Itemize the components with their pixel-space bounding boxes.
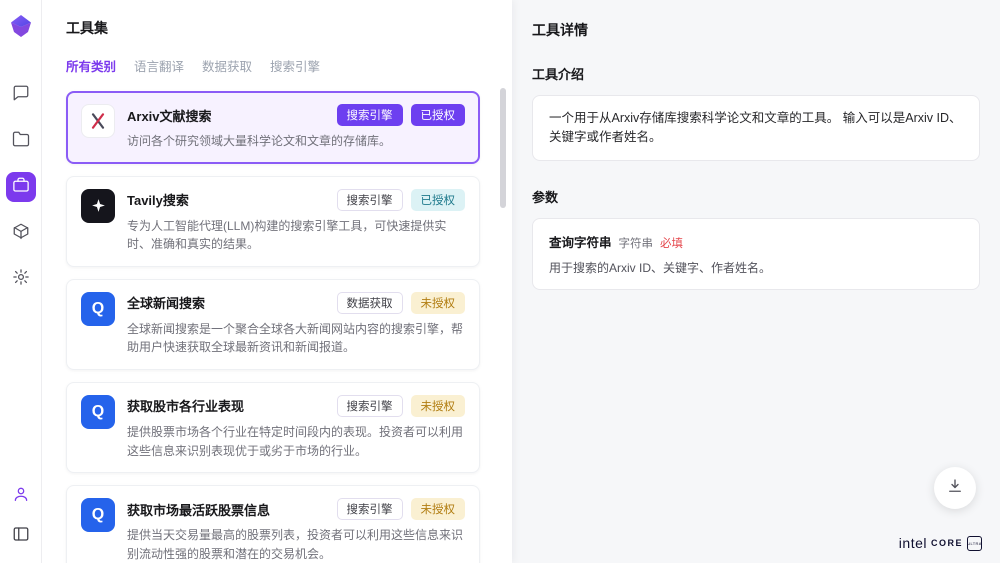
auth-badge: 未授权 <box>411 395 466 417</box>
tool-name: 获取市场最活跃股票信息 <box>127 500 270 519</box>
list-scrollbar <box>500 88 506 553</box>
intel-core-logo: intel CORE ULTRA <box>899 535 982 551</box>
download-button[interactable] <box>934 467 976 509</box>
auth-badge: 未授权 <box>411 498 466 520</box>
tool-description: 全球新闻搜索是一个聚合全球各大新闻网站内容的搜索引擎，帮助用户快速获取全球最新资… <box>127 320 465 357</box>
tool-detail-panel: 工具详情 工具介绍 一个用于从Arxiv存储库搜索科学论文和文章的工具。 输入可… <box>512 0 1000 563</box>
tool-card-tavily[interactable]: Tavily搜索 搜索引擎 已授权 专为人工智能代理(LLM)构建的搜索引擎工具… <box>66 176 480 267</box>
tool-name: Arxiv文献搜索 <box>127 106 212 125</box>
detail-title: 工具详情 <box>532 20 980 40</box>
intel-wordmark: intel <box>899 535 927 551</box>
stock-sector-icon: Q <box>81 395 115 429</box>
category-tabs: 所有类别 语言翻译 数据获取 搜索引擎 <box>66 56 480 75</box>
tool-name: 获取股市各行业表现 <box>127 396 244 415</box>
core-wordmark: CORE <box>931 538 963 548</box>
scrollbar-thumb[interactable] <box>500 88 506 208</box>
sidebar-item-settings[interactable] <box>6 264 36 294</box>
param-type: 字符串 <box>619 235 654 251</box>
sidebar-item-files[interactable] <box>6 126 36 156</box>
param-name: 查询字符串 <box>549 232 612 251</box>
app-logo <box>9 14 33 38</box>
news-search-icon: Q <box>81 292 115 326</box>
active-stock-icon: Q <box>81 498 115 532</box>
params-section-title: 参数 <box>532 187 980 206</box>
tool-description: 访问各个研究领域大量科学论文和文章的存储库。 <box>127 132 465 151</box>
category-badge: 搜索引擎 <box>337 395 403 417</box>
sidebar-item-collapse[interactable] <box>6 521 36 551</box>
cube-icon <box>12 222 30 245</box>
param-description: 用于搜索的Arxiv ID、关键字、作者姓名。 <box>549 259 963 276</box>
sidebar-item-account[interactable] <box>6 481 36 511</box>
user-icon <box>12 485 30 508</box>
arxiv-icon <box>81 104 115 138</box>
category-badge: 数据获取 <box>337 292 403 314</box>
tool-card-active-stocks[interactable]: Q 获取市场最活跃股票信息 搜索引擎 未授权 提供当天交易量最高的股票列表，投资… <box>66 485 480 563</box>
panel-icon <box>12 525 30 548</box>
tool-description: 专为人工智能代理(LLM)构建的搜索引擎工具，可快速提供实时、准确和真实的结果。 <box>127 217 465 254</box>
tab-data-fetch[interactable]: 数据获取 <box>202 56 252 75</box>
tool-list-panel: 工具集 所有类别 语言翻译 数据获取 搜索引擎 Arxiv文献搜索 搜索引擎 已… <box>42 0 512 563</box>
param-card: 查询字符串 字符串 必填 用于搜索的Arxiv ID、关键字、作者姓名。 <box>532 218 980 290</box>
category-badge: 搜索引擎 <box>337 104 403 126</box>
page-title: 工具集 <box>66 18 480 38</box>
auth-badge: 已授权 <box>411 104 466 126</box>
tool-card-stock-sectors[interactable]: Q 获取股市各行业表现 搜索引擎 未授权 提供股票市场各个行业在特定时间段内的表… <box>66 382 480 473</box>
tool-description: 提供当天交易量最高的股票列表，投资者可以利用这些信息来识别流动性强的股票和潜在的… <box>127 526 465 563</box>
chat-icon <box>12 84 30 107</box>
gear-icon <box>12 268 30 291</box>
sidebar-item-plugins[interactable] <box>6 218 36 248</box>
tab-translation[interactable]: 语言翻译 <box>134 56 184 75</box>
tool-description: 提供股票市场各个行业在特定时间段内的表现。投资者可以利用这些信息来识别表现优于或… <box>127 423 465 460</box>
intro-section-title: 工具介绍 <box>532 64 980 83</box>
tool-card-arxiv[interactable]: Arxiv文献搜索 搜索引擎 已授权 访问各个研究领域大量科学论文和文章的存储库… <box>66 91 480 164</box>
tavily-icon <box>81 189 115 223</box>
sidebar-item-chat[interactable] <box>6 80 36 110</box>
category-badge: 搜索引擎 <box>337 189 403 211</box>
folder-icon <box>12 130 30 153</box>
tab-all-categories[interactable]: 所有类别 <box>66 56 116 75</box>
auth-badge: 已授权 <box>411 189 466 211</box>
ultra-badge: ULTRA <box>967 536 982 551</box>
tool-intro-text: 一个用于从Arxiv存储库搜索科学论文和文章的工具。 输入可以是Arxiv ID… <box>532 95 980 161</box>
icon-rail <box>0 0 42 563</box>
tool-name: 全球新闻搜索 <box>127 293 205 312</box>
sidebar-item-tools[interactable] <box>6 172 36 202</box>
app-window: 工具集 所有类别 语言翻译 数据获取 搜索引擎 Arxiv文献搜索 搜索引擎 已… <box>0 0 1000 563</box>
category-badge: 搜索引擎 <box>337 498 403 520</box>
download-icon <box>946 477 964 500</box>
briefcase-icon <box>12 176 30 199</box>
tab-search-engine[interactable]: 搜索引擎 <box>270 56 320 75</box>
tool-card-global-news[interactable]: Q 全球新闻搜索 数据获取 未授权 全球新闻搜索是一个聚合全球各大新闻网站内容的… <box>66 279 480 370</box>
param-required-badge: 必填 <box>660 235 683 251</box>
auth-badge: 未授权 <box>411 292 466 314</box>
tool-name: Tavily搜索 <box>127 190 189 209</box>
